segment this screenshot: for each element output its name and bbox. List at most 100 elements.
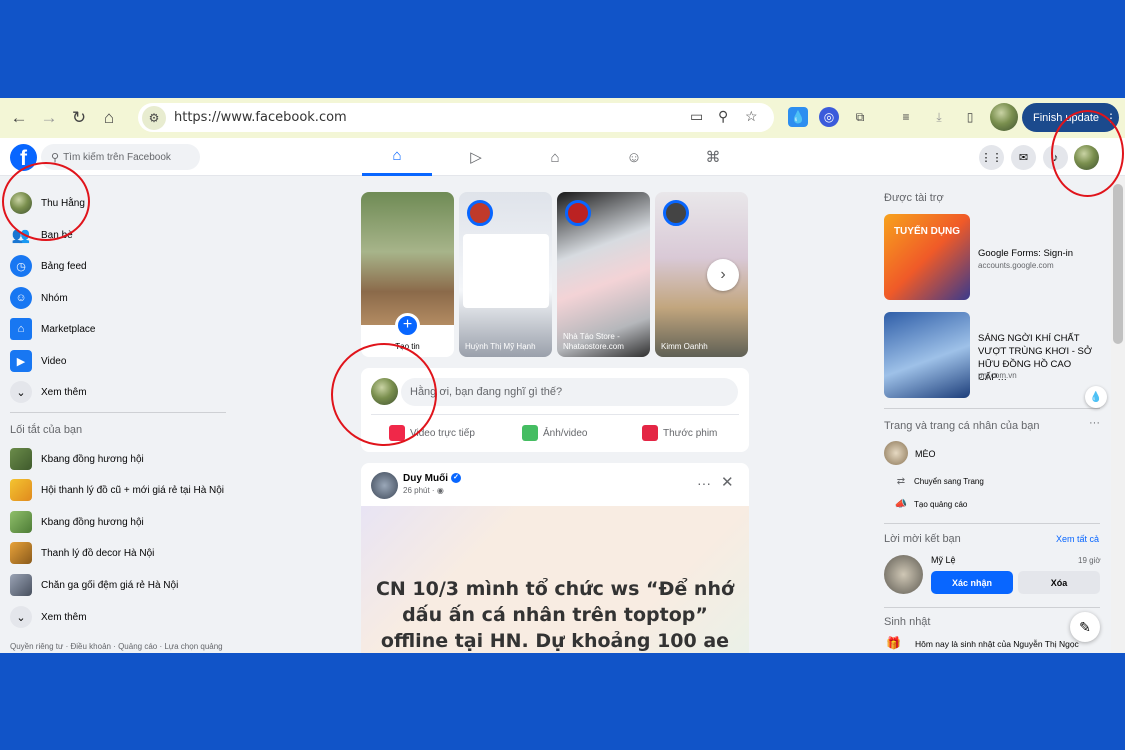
request-avatar[interactable]	[884, 555, 923, 594]
create-ad-label: Tạo quảng cáo	[914, 500, 968, 509]
sidebar-item-label: Marketplace	[41, 323, 96, 335]
story-avatar	[565, 200, 591, 226]
reload-icon[interactable]: ↻	[68, 107, 90, 129]
home-icon[interactable]: ⌂	[98, 107, 120, 129]
shortcut-label: Hội thanh lý đồ cũ + mới giá rẻ tại Hà N…	[41, 484, 225, 496]
url-text[interactable]: https://www.facebook.com	[174, 110, 347, 125]
forward-icon[interactable]: →	[38, 107, 60, 129]
download-icon[interactable]: ⤓	[929, 107, 949, 127]
story-create[interactable]: + Tạo tin	[361, 192, 454, 357]
group-thumbnail	[10, 448, 32, 470]
annotation-circle	[331, 343, 437, 446]
marketplace-icon: ⌂	[10, 318, 32, 340]
more-icon[interactable]: ···	[1089, 417, 1100, 429]
facebook-top-bar: f ⚲ Tìm kiếm trên Facebook ⌂ ▷ ⌂ ☺ ⌘ ⋮⋮ …	[0, 138, 1125, 176]
install-app-icon[interactable]: ▭	[690, 108, 703, 125]
sidebar-item-marketplace[interactable]: ⌂ Marketplace	[10, 315, 95, 343]
messenger-icon[interactable]: ✉	[1011, 145, 1036, 170]
story-avatar	[467, 200, 493, 226]
see-all-link[interactable]: Xem tất cả	[1056, 534, 1099, 544]
group-thumbnail	[10, 542, 32, 564]
reels-button[interactable]: Thước phim	[642, 423, 717, 443]
scrollbar-thumb[interactable]	[1113, 184, 1123, 344]
address-bar[interactable]: ⚙ https://www.facebook.com ▭ ⚲ ☆	[138, 103, 774, 132]
photo-video-button[interactable]: Ảnh/video	[522, 423, 587, 443]
groups-icon: ☺	[626, 148, 642, 166]
zoom-icon[interactable]: ⚲	[718, 108, 728, 125]
shortcuts-title: Lối tắt của bạn	[10, 424, 83, 436]
plus-icon: +	[395, 313, 420, 338]
story-card[interactable]: Nhà Táo Store - Nhataostore.com	[557, 192, 650, 357]
back-icon[interactable]: ←	[8, 107, 30, 129]
sponsored-title: Được tài trợ	[884, 192, 944, 204]
profile-avatar[interactable]	[990, 103, 1018, 131]
shortcut-item[interactable]: Hội thanh lý đồ cũ + mới giá rẻ tại Hà N…	[10, 476, 224, 504]
switch-page-link[interactable]: ⇄ Chuyển sang Trang	[894, 476, 984, 487]
ad-image[interactable]: TUYỂN DỤNG	[884, 214, 970, 300]
page-name[interactable]: MÈO	[915, 449, 936, 459]
shortcut-label: Chăn ga gối đệm giá rẻ Hà Nội	[41, 579, 179, 591]
request-time: 19 giờ	[1078, 556, 1101, 565]
home-icon: ⌂	[392, 147, 402, 164]
drop-icon[interactable]: 💧	[1085, 386, 1107, 408]
story-name: Nhà Táo Store - Nhataostore.com	[563, 332, 624, 351]
chevron-right-icon[interactable]: ›	[707, 259, 739, 291]
site-settings-icon[interactable]: ⚙	[142, 105, 166, 130]
sidebar-item-feed[interactable]: ◷ Bảng feed	[10, 252, 87, 280]
request-name[interactable]: Mỹ Lệ	[931, 555, 956, 565]
ad-image[interactable]	[884, 312, 970, 398]
shortcut-label: Kbang đồng hương hội	[41, 453, 144, 465]
post-time: 26 phút · ◉	[403, 486, 444, 495]
shortcut-item[interactable]: Thanh lý đồ decor Hà Nội	[10, 539, 154, 567]
composer-input[interactable]: Hằng ơi, bạn đang nghĩ gì thế?	[401, 378, 738, 406]
group-thumbnail	[10, 511, 32, 533]
confirm-button[interactable]: Xác nhận	[931, 571, 1013, 594]
side-panel-icon[interactable]: ▯	[960, 107, 980, 127]
bookmark-star-icon[interactable]: ☆	[745, 108, 758, 125]
extension-circle-icon[interactable]: ◎	[819, 107, 839, 127]
sidebar-item-see-more[interactable]: ⌄ Xem thêm	[10, 378, 87, 406]
ad-title[interactable]: Google Forms: Sign-in	[978, 247, 1098, 260]
tab-groups[interactable]: ☺	[599, 138, 669, 176]
tab-home[interactable]: ⌂	[362, 138, 432, 176]
sidebar-item-label: Bảng feed	[41, 260, 87, 272]
video-icon: ▶	[10, 350, 32, 372]
media-controls-icon[interactable]: ≡	[896, 107, 916, 127]
switch-page-label: Chuyển sang Trang	[914, 477, 984, 486]
extensions-puzzle-icon[interactable]: ⧉	[850, 107, 870, 127]
tab-video[interactable]: ▷	[441, 138, 511, 176]
shortcut-label: Xem thêm	[41, 611, 87, 623]
story-photo	[361, 192, 454, 325]
tab-gaming[interactable]: ⌘	[678, 138, 748, 176]
verified-badge-icon: ✓	[451, 473, 461, 484]
shortcut-item[interactable]: Chăn ga gối đệm giá rẻ Hà Nội	[10, 571, 178, 599]
close-icon[interactable]: ✕	[721, 473, 734, 491]
delete-button[interactable]: Xóa	[1018, 571, 1100, 594]
megaphone-icon: 📣	[894, 499, 908, 510]
post-author[interactable]: Duy Muối ✓	[403, 473, 461, 484]
facebook-page: f ⚲ Tìm kiếm trên Facebook ⌂ ▷ ⌂ ☺ ⌘ ⋮⋮ …	[0, 138, 1125, 653]
birthday-title: Sinh nhật	[884, 616, 931, 628]
sidebar-item-video[interactable]: ▶ Video	[10, 347, 66, 375]
tab-marketplace[interactable]: ⌂	[520, 138, 590, 176]
divider	[884, 408, 1100, 409]
page-avatar[interactable]	[884, 441, 908, 465]
story-card[interactable]: Huỳnh Thị Mỹ Hạnh	[459, 192, 552, 357]
sidebar-item-groups[interactable]: ☺ Nhóm	[10, 284, 68, 312]
pages-title: Trang và trang cá nhân của bạn	[884, 420, 1040, 432]
avatar[interactable]	[371, 472, 398, 499]
feed-post: Duy Muối ✓ 26 phút · ◉ ··· ✕ CN 10/3 mình…	[361, 463, 749, 653]
shortcut-see-more[interactable]: ⌄ Xem thêm	[10, 603, 87, 631]
shortcut-item[interactable]: Kbang đồng hương hội	[10, 508, 144, 536]
footer-links[interactable]: Quyền riêng tư · Điều khoản · Quảng cáo …	[10, 642, 223, 651]
ad-image-text: TUYỂN DỤNG	[893, 226, 961, 237]
groups-icon: ☺	[10, 287, 32, 309]
sidebar-item-label: Nhóm	[41, 292, 68, 304]
create-ad-link[interactable]: 📣 Tạo quảng cáo	[894, 499, 968, 510]
new-message-icon[interactable]: ✎	[1070, 612, 1100, 642]
menu-grid-icon[interactable]: ⋮⋮	[979, 145, 1004, 170]
story-name: Huỳnh Thị Mỹ Hạnh	[465, 342, 536, 351]
extension-drop-icon[interactable]: 💧	[788, 107, 808, 127]
more-icon[interactable]: ···	[697, 475, 711, 491]
shortcut-item[interactable]: Kbang đồng hương hội	[10, 445, 144, 473]
